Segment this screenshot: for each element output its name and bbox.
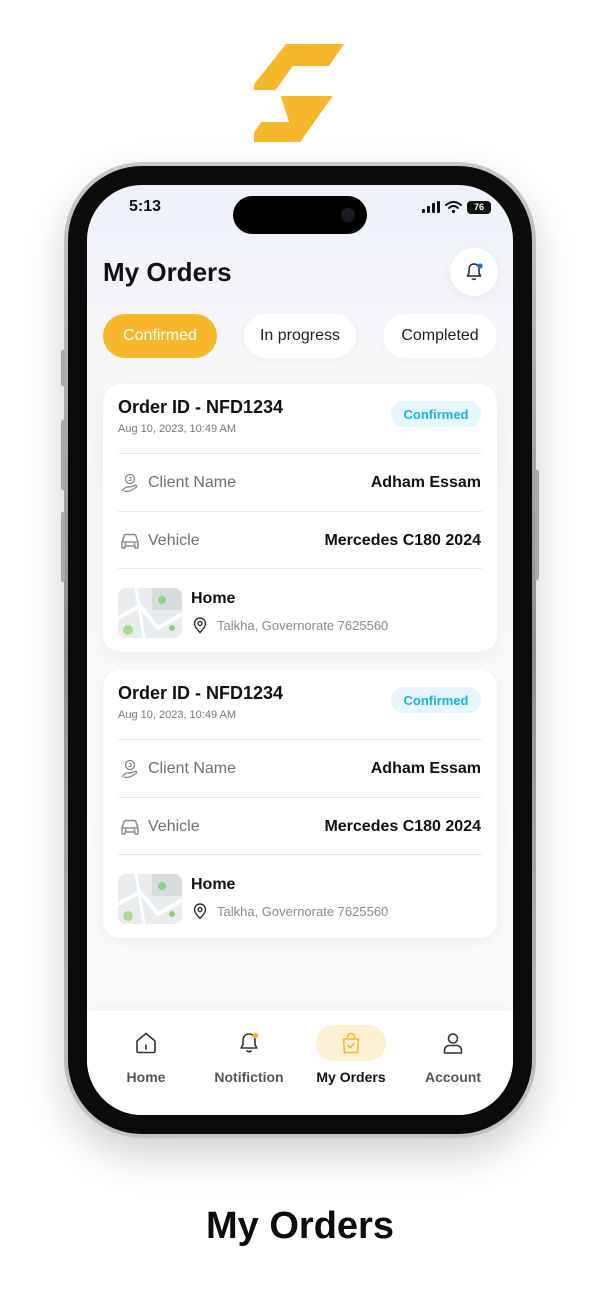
client-hand-icon — [121, 759, 138, 779]
client-name-label: Client Name — [148, 474, 237, 491]
nav-icon-wrap — [214, 1025, 284, 1061]
page-title: My Orders — [103, 257, 232, 287]
tab-completed[interactable]: Completed — [383, 314, 497, 358]
nav-label: Home — [126, 1069, 166, 1085]
address-text: Talkha, Governorate 7625560 — [217, 904, 389, 919]
status-badge: Confirmed — [391, 401, 481, 427]
volume-down-button — [61, 512, 65, 582]
bell-icon — [466, 263, 483, 281]
location-pin-icon — [193, 617, 207, 634]
side-button — [61, 350, 65, 386]
notifications-button[interactable] — [450, 248, 498, 296]
bottom-nav: Home Notifiction My Orders Account — [87, 1011, 513, 1115]
car-icon — [121, 819, 139, 835]
wifi-icon — [445, 201, 462, 213]
tab-in-progress[interactable]: In progress — [244, 314, 356, 358]
vehicle-value: Mercedes C180 2024 — [324, 532, 481, 549]
address-title: Home — [191, 590, 236, 607]
power-button — [535, 470, 539, 580]
tab-confirmed[interactable]: Confirmed — [103, 314, 217, 358]
nav-account[interactable]: Account — [405, 1025, 501, 1095]
divider — [118, 568, 482, 569]
client-name-label: Client Name — [148, 760, 237, 777]
nav-notifications[interactable]: Notifiction — [201, 1025, 297, 1095]
nav-label: My Orders — [316, 1069, 386, 1085]
status-badge: Confirmed — [391, 687, 481, 713]
address-title: Home — [191, 876, 236, 893]
map-thumbnail — [118, 588, 182, 638]
bell-icon — [240, 1032, 259, 1053]
vehicle-value: Mercedes C180 2024 — [324, 818, 481, 835]
divider — [118, 854, 482, 855]
camera-icon — [341, 208, 355, 222]
nav-icon-wrap — [111, 1025, 181, 1061]
divider — [118, 511, 482, 512]
brand-logo — [254, 44, 344, 142]
page-caption: My Orders — [206, 1205, 394, 1247]
divider — [118, 797, 482, 798]
nav-my-orders[interactable]: My Orders — [303, 1025, 399, 1095]
status-icons: 76 — [422, 199, 491, 215]
nav-icon-wrap — [316, 1025, 386, 1061]
nav-icon-wrap — [418, 1025, 488, 1061]
order-id: Order ID - NFD1234 — [118, 397, 284, 417]
nav-home[interactable]: Home — [98, 1025, 194, 1095]
client-name-value: Adham Essam — [370, 474, 481, 491]
home-icon — [136, 1032, 156, 1054]
order-card[interactable]: Order ID - NFD1234 Aug 10, 2023, 10:49 A… — [103, 384, 497, 652]
volume-up-button — [61, 420, 65, 490]
vehicle-label: Vehicle — [148, 818, 200, 835]
user-icon — [443, 1033, 463, 1054]
battery-indicator: 76 — [467, 200, 491, 214]
vehicle-label: Vehicle — [148, 532, 200, 549]
order-date: Aug 10, 2023, 10:49 AM — [118, 709, 237, 721]
order-date: Aug 10, 2023, 10:49 AM — [118, 423, 237, 435]
address-text: Talkha, Governorate 7625560 — [217, 618, 389, 633]
client-name-value: Adham Essam — [370, 760, 481, 777]
dynamic-island — [233, 196, 367, 234]
divider — [118, 453, 482, 454]
order-card[interactable]: Order ID - NFD1234 Aug 10, 2023, 10:49 A… — [103, 670, 497, 938]
divider — [118, 739, 482, 740]
map-thumbnail — [118, 874, 182, 924]
status-time: 5:13 — [129, 198, 162, 215]
nav-label: Notifiction — [214, 1069, 284, 1085]
signal-icon — [422, 201, 440, 213]
app-screen: 5:13 76 My Orders Confirmed In progress … — [87, 185, 513, 1115]
shopping-bag-icon — [342, 1032, 360, 1054]
nav-label: Account — [425, 1069, 481, 1085]
order-id: Order ID - NFD1234 — [118, 683, 284, 703]
client-hand-icon — [121, 473, 138, 493]
location-pin-icon — [193, 903, 207, 920]
car-icon — [121, 533, 139, 549]
